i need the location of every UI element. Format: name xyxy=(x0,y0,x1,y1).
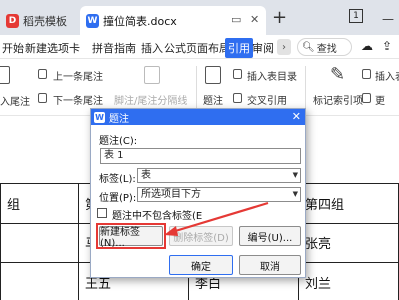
tab-docer[interactable]: D 稻壳模板 xyxy=(0,6,75,35)
insert-endnote-label[interactable]: 入尾注 xyxy=(0,93,30,108)
menu-more-button[interactable]: › xyxy=(277,39,291,55)
dialog-titlebar[interactable]: W 题注 ✕ xyxy=(91,109,305,125)
next-endnote-button[interactable]: 下一条尾注 xyxy=(53,92,103,107)
update-index-button[interactable]: 更 xyxy=(375,92,385,107)
menu-review[interactable]: 审阅 xyxy=(252,40,274,56)
menu-references[interactable]: 引用 xyxy=(225,38,253,58)
share-icon[interactable]: ⇪ xyxy=(382,39,392,53)
window-count-icon[interactable]: 1 xyxy=(349,9,363,23)
minimize-icon[interactable]: — xyxy=(382,12,394,26)
position-select[interactable]: 所选项目下方 ▼ xyxy=(137,187,301,202)
close-icon[interactable]: ✕ xyxy=(292,110,301,123)
cloud-icon[interactable]: ☁ xyxy=(361,39,373,53)
docer-red-icon: D xyxy=(6,13,19,28)
exclude-label-text[interactable]: 题注中不包含标签(E xyxy=(112,207,202,222)
cross-reference-icon[interactable] xyxy=(233,93,242,103)
table-cell[interactable] xyxy=(0,222,79,264)
caption-input[interactable]: 表 1 xyxy=(100,148,301,164)
tab-label: 撞位简表.docx xyxy=(103,14,177,28)
menu-home[interactable]: 开始 xyxy=(2,40,24,56)
cross-reference-button[interactable]: 交叉引用 xyxy=(247,92,287,107)
table-of-figures-icon[interactable] xyxy=(233,69,242,79)
prev-endnote-icon[interactable] xyxy=(38,69,47,79)
mark-index-icon[interactable]: ✎ xyxy=(330,64,345,85)
menu-page-layout[interactable]: 页面布局 xyxy=(186,40,230,56)
menu-insert[interactable]: 插入 xyxy=(141,40,163,56)
caption-button[interactable]: 题注 xyxy=(203,92,223,107)
ok-button[interactable]: 确定 xyxy=(169,255,233,275)
caption-icon[interactable] xyxy=(205,66,221,84)
tab-label: 稻壳模板 xyxy=(23,14,67,28)
insert-index-button[interactable]: 插入表 xyxy=(375,68,399,83)
menu-formula[interactable]: 公式 xyxy=(164,40,186,56)
table-cell[interactable]: 组 xyxy=(0,183,79,224)
endnote-separator-button[interactable]: 脚注/尾注分隔线 xyxy=(114,92,187,107)
pin-window-icon[interactable]: ▭ xyxy=(231,13,241,26)
table-cell[interactable]: 张亮 xyxy=(298,222,399,264)
close-tab-icon[interactable]: ✕ xyxy=(250,13,259,26)
label-select-value: 表 xyxy=(141,170,151,181)
endnote-separator-icon[interactable] xyxy=(144,66,160,84)
ribbon-divider xyxy=(196,66,197,108)
insert-table-of-figures-button[interactable]: 插入表目录 xyxy=(247,68,297,83)
insert-index-icon[interactable] xyxy=(362,69,371,79)
chevron-down-icon: ▼ xyxy=(292,190,298,198)
search-box[interactable]: 🔍︎ 查找 xyxy=(297,38,352,56)
search-label: 查找 xyxy=(316,43,337,55)
table-cell[interactable]: 第四组 xyxy=(298,183,399,224)
numbering-button[interactable]: 编号(U)... xyxy=(239,226,301,246)
caption-dialog: W 题注 ✕ 题注(C): 表 1 标签(L): 表 ▼ 位置(P): 所选项目… xyxy=(90,108,306,278)
table-cell[interactable] xyxy=(0,262,79,300)
table-cell[interactable]: 刘兰 xyxy=(298,262,399,300)
prev-endnote-button[interactable]: 上一条尾注 xyxy=(53,68,103,83)
search-icon: 🔍︎ xyxy=(302,41,315,53)
cancel-button[interactable]: 取消 xyxy=(239,255,301,275)
new-tab-button[interactable]: + xyxy=(272,7,287,28)
position-select-value: 所选项目下方 xyxy=(141,189,201,200)
wps-writer-icon: W xyxy=(86,13,99,28)
dialog-title: 题注 xyxy=(109,113,129,125)
caption-field-label: 题注(C): xyxy=(99,136,138,147)
delete-label-button[interactable]: 删除标签(D) xyxy=(169,226,233,246)
menu-bar: 开始 新建选项卡 拼音指南 插入 公式 页面布局 引用 审阅 › 🔍︎ 查找 ☁… xyxy=(0,35,399,59)
update-index-icon[interactable] xyxy=(362,93,371,103)
menu-new-tab[interactable]: 新建选项卡 xyxy=(25,40,80,56)
mark-index-entry-button[interactable]: 标记索引项 xyxy=(313,92,363,107)
menu-phonetic[interactable]: 拼音指南 xyxy=(92,40,136,56)
ribbon-divider xyxy=(305,66,306,108)
next-endnote-icon[interactable] xyxy=(38,93,47,103)
label-field-label: 标签(L): xyxy=(99,174,136,185)
tab-bar: D 稻壳模板 W 撞位简表.docx ▭ ✕ + 1 — xyxy=(0,0,399,35)
wps-app-icon: W xyxy=(94,111,105,123)
label-select[interactable]: 表 ▼ xyxy=(137,168,301,183)
exclude-label-checkbox[interactable] xyxy=(97,208,107,218)
annotation-highlight-box xyxy=(96,223,166,249)
position-field-label: 位置(P): xyxy=(99,193,137,204)
chevron-down-icon: ▼ xyxy=(292,171,298,179)
insert-endnote-icon[interactable] xyxy=(0,66,10,84)
